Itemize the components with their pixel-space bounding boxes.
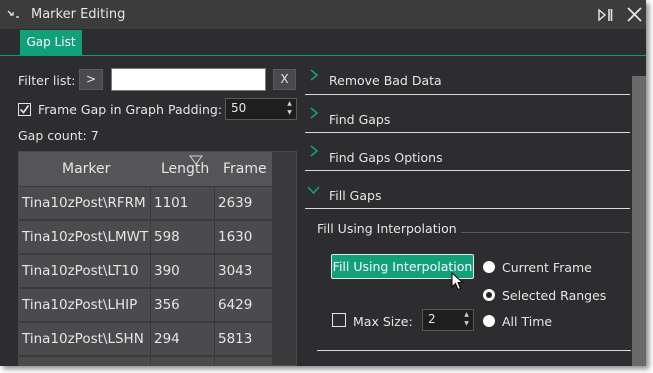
menu-arrow-icon[interactable] (7, 9, 21, 21)
table-row[interactable]: Tina10zPost\LT10 390 3043 (19, 254, 272, 287)
cell-marker: Tina10zPost\LSHN (22, 331, 144, 347)
col-header-marker[interactable]: Marker (62, 161, 110, 177)
cell-length: 356 (154, 297, 180, 313)
radio-label: Current Frame (502, 260, 592, 275)
max-size-checkbox[interactable] (332, 313, 346, 327)
gap-count: Gap count: 7 (18, 128, 99, 143)
dock-icon[interactable] (597, 7, 615, 23)
frame-gap-checkbox[interactable] (18, 103, 31, 116)
tab-gap-list[interactable]: Gap List (20, 30, 82, 55)
cell-length: 390 (154, 263, 180, 279)
cell-frame: 3043 (218, 263, 253, 279)
table-row[interactable]: Tina10zPost\LHIP 356 6429 (19, 288, 272, 321)
marker-editing-window: Marker Editing Gap List Filter list: > X… (0, 0, 646, 366)
section-label: Remove Bad Data (329, 73, 442, 88)
sort-arrow-icon (189, 155, 203, 165)
panel-scrollbar[interactable] (632, 76, 646, 366)
cell-marker: Tina10zPost\LT10 (22, 263, 139, 279)
spin-up-icon[interactable]: ▲ (284, 100, 295, 109)
chevron-right-icon (310, 69, 319, 81)
padding-stepper[interactable]: 50 ▲ ▼ (225, 98, 297, 120)
window-title: Marker Editing (31, 7, 126, 22)
padding-value: 50 (231, 101, 247, 115)
mouse-cursor-icon (451, 272, 464, 291)
section-label: Find Gaps (329, 112, 391, 127)
tools-pane: Remove Bad Data Find Gaps Find Gaps Opti… (305, 56, 646, 366)
group-title: Fill Using Interpolation (317, 221, 461, 236)
cell-frame: 5813 (218, 331, 253, 347)
filter-input[interactable] (111, 68, 266, 91)
filter-clear-button[interactable]: X (273, 69, 296, 90)
table-row[interactable]: Tina10zPost\RFRM 1101 2639 (19, 186, 272, 219)
spin-down-icon[interactable]: ▼ (461, 320, 472, 329)
cell-length: 294 (154, 331, 180, 347)
cell-frame: 2639 (218, 195, 253, 211)
cell-length: 1101 (154, 195, 189, 211)
section-find-gaps-options[interactable]: Find Gaps Options (305, 132, 630, 171)
close-icon[interactable] (626, 6, 643, 23)
spin-down-icon[interactable]: ▼ (284, 109, 295, 118)
table-row[interactable] (19, 356, 272, 365)
cell-marker: Tina10zPost\RFRM (22, 195, 146, 211)
divider (317, 350, 631, 351)
table-header: Marker Length Frame (19, 152, 272, 186)
max-size-stepper[interactable]: 2 ▲ ▼ (422, 309, 474, 331)
table-scroll-area[interactable] (273, 152, 296, 365)
spin-up-icon[interactable]: ▲ (461, 311, 472, 320)
chevron-right-icon (310, 107, 319, 119)
column-divider (214, 186, 215, 365)
gap-table: Marker Length Frame Tina10zPost\RFRM 110… (18, 151, 297, 366)
section-find-gaps[interactable]: Find Gaps (305, 94, 630, 133)
cell-marker: Tina10zPost\LMWT (22, 229, 149, 245)
filter-label: Filter list: (18, 73, 76, 88)
cell-marker: Tina10zPost\LHIP (22, 297, 138, 313)
section-remove-bad-data[interactable]: Remove Bad Data (305, 56, 630, 95)
column-divider (150, 186, 151, 365)
cell-frame: 6429 (218, 297, 253, 313)
section-label: Find Gaps Options (329, 150, 443, 165)
max-size-value: 2 (428, 312, 436, 326)
section-fill-gaps[interactable]: Fill Gaps (305, 170, 630, 209)
padding-label: Padding: (168, 102, 223, 117)
col-header-frame[interactable]: Frame (223, 161, 267, 177)
table-row[interactable]: Tina10zPost\LSHN 294 5813 (19, 322, 272, 355)
checkmark-icon (19, 105, 30, 114)
radio-selected-ranges[interactable] (483, 289, 495, 301)
table-row[interactable]: Tina10zPost\LMWT 598 1630 (19, 220, 272, 253)
max-size-label: Max Size: (353, 314, 413, 329)
chevron-right-icon (310, 145, 319, 157)
frame-gap-label: Frame Gap in Graph (38, 102, 164, 117)
cell-frame: 1630 (218, 229, 253, 245)
filter-go-button[interactable]: > (79, 69, 103, 90)
radio-label: Selected Ranges (502, 288, 607, 303)
section-label: Fill Gaps (329, 188, 382, 203)
title-bar: Marker Editing (0, 0, 646, 29)
tab-bar (0, 29, 646, 56)
radio-current-frame[interactable] (483, 261, 495, 273)
cell-length: 598 (154, 229, 180, 245)
radio-label: All Time (502, 314, 553, 329)
radio-all-time[interactable] (483, 315, 495, 327)
chevron-down-icon (307, 186, 320, 195)
